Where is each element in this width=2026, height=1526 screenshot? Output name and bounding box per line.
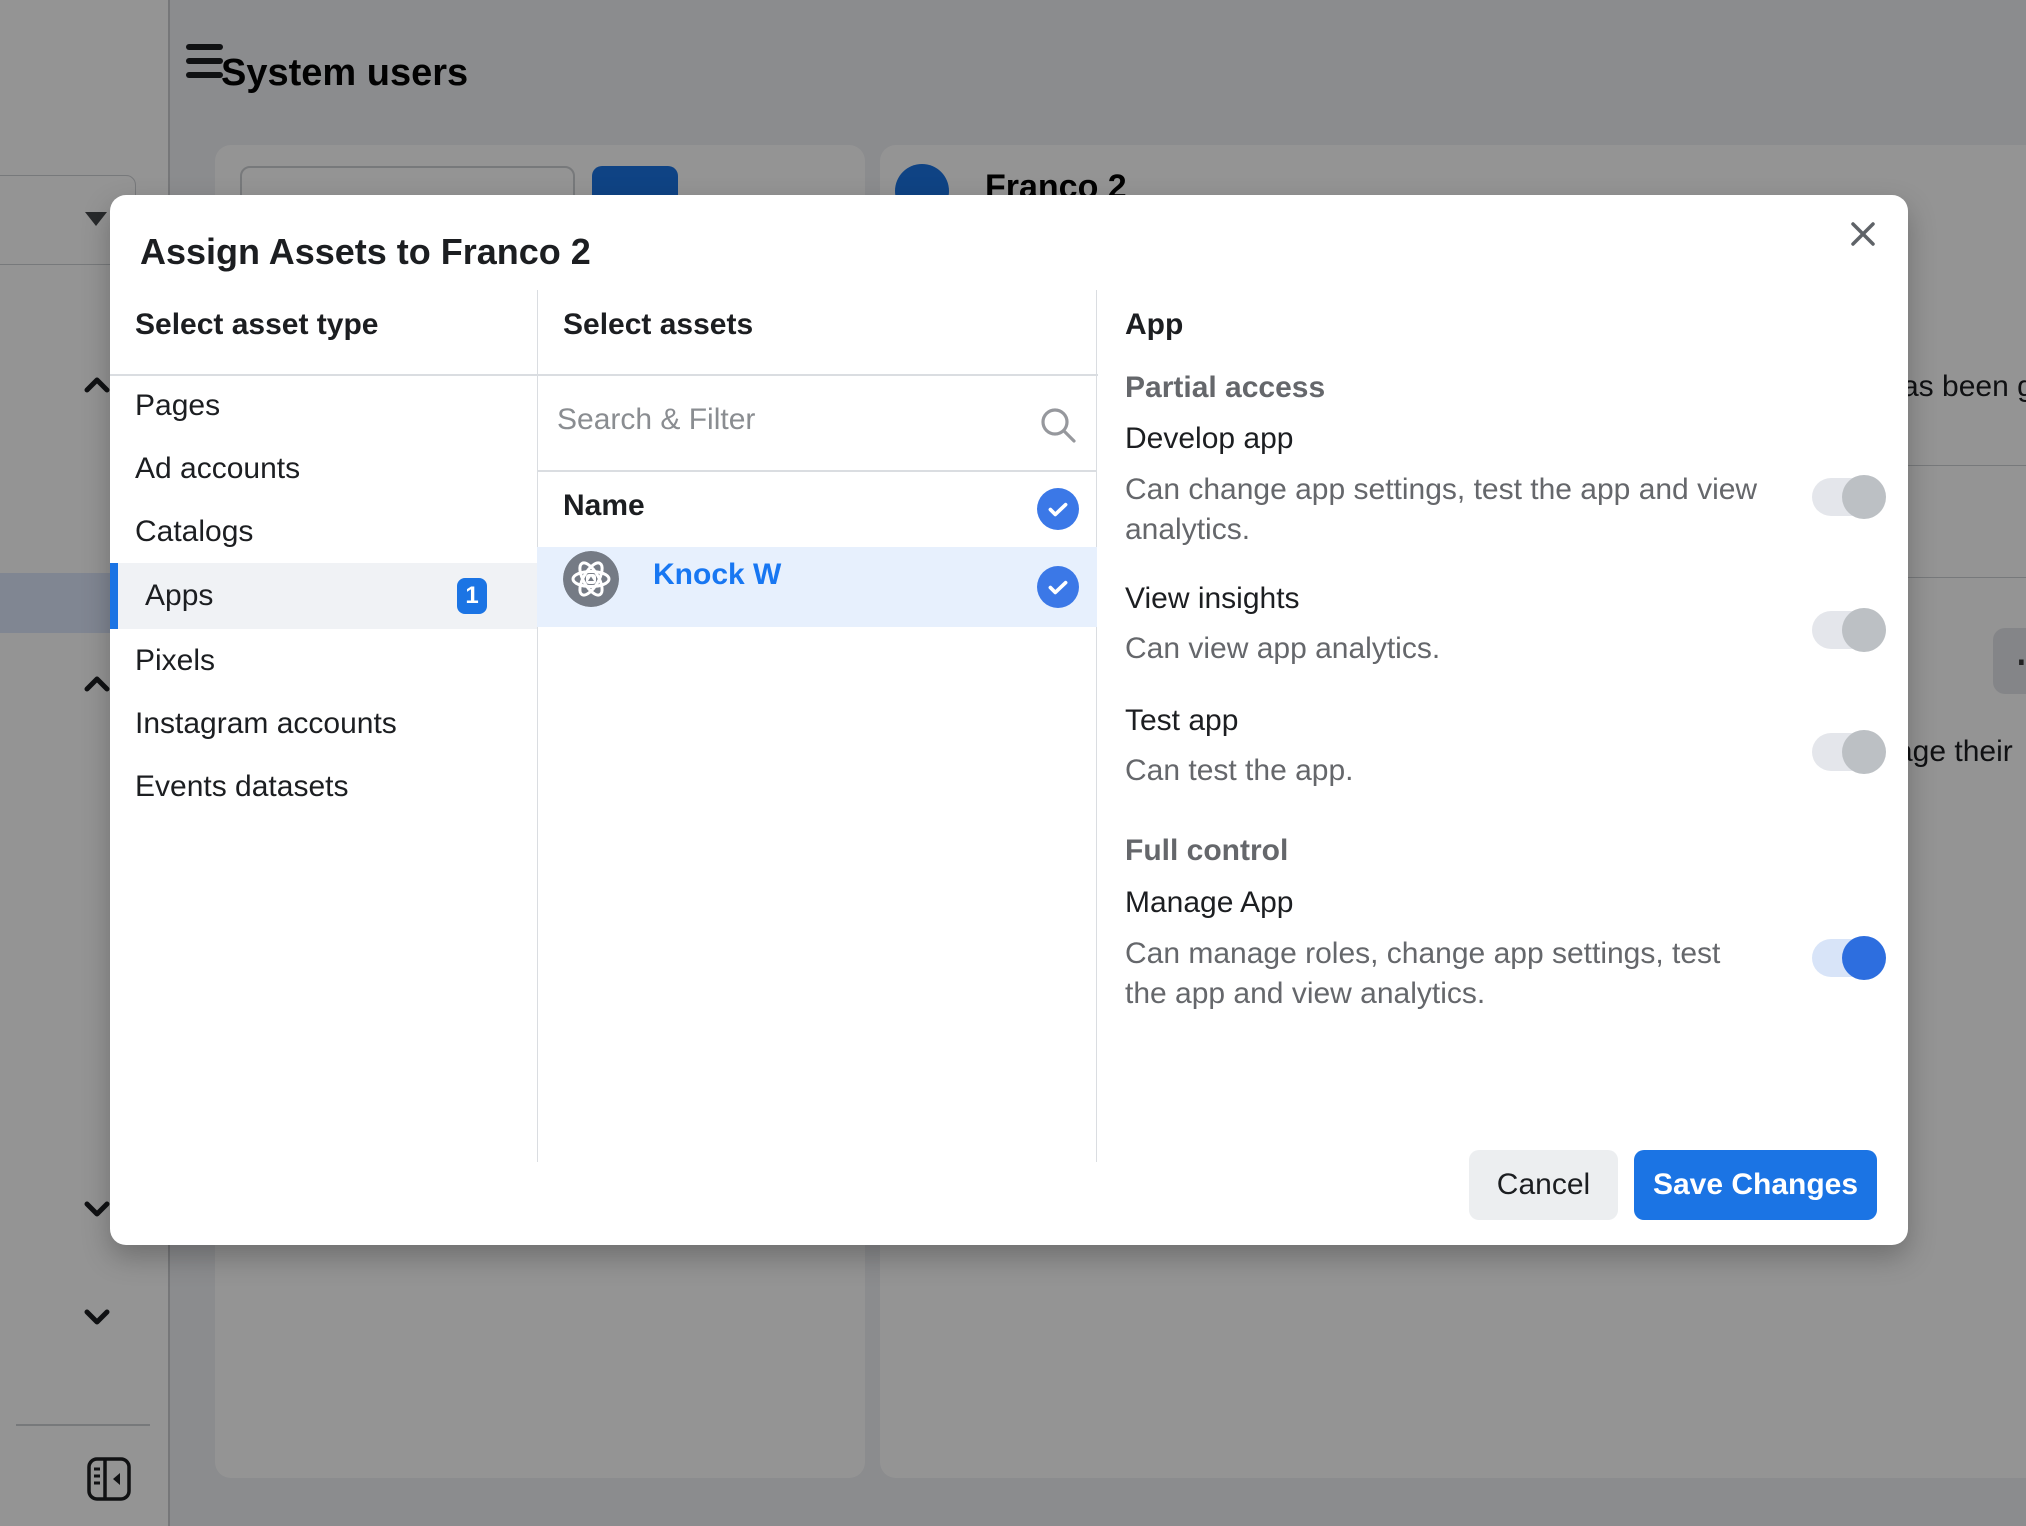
asset-type-label: Pages: [135, 389, 220, 423]
asset-row-knock-w[interactable]: Knock W: [537, 547, 1097, 627]
permissions-header: App: [1125, 308, 1183, 342]
selected-indicator-bar: [110, 563, 118, 629]
search-divider: [537, 470, 1097, 472]
search-filter-input[interactable]: [555, 387, 999, 453]
search-icon: [1038, 405, 1078, 445]
toggle-develop-app[interactable]: [1812, 478, 1884, 516]
assign-assets-dialog: Assign Assets to Franco 2 Select asset t…: [110, 195, 1908, 1245]
section-heading-full-control: Full control: [1125, 834, 1288, 868]
toggle-knob: [1842, 475, 1886, 519]
section-heading-partial-access: Partial access: [1125, 371, 1325, 405]
toggle-knob: [1842, 608, 1886, 652]
permission-description: Can test the app.: [1125, 751, 1765, 791]
asset-type-label: Pixels: [135, 644, 215, 678]
permission-description: Can change app settings, test the app an…: [1125, 470, 1765, 550]
toggle-knob: [1842, 730, 1886, 774]
toggle-view-insights[interactable]: [1812, 611, 1884, 649]
asset-type-label: Apps: [145, 579, 213, 613]
asset-type-header: Select asset type: [135, 308, 378, 342]
asset-type-events-datasets[interactable]: Events datasets: [118, 755, 537, 818]
close-button[interactable]: [1838, 209, 1888, 259]
asset-type-label: Instagram accounts: [135, 707, 397, 741]
asset-type-catalogs[interactable]: Catalogs: [118, 500, 537, 563]
permission-description: Can view app analytics.: [1125, 629, 1765, 669]
asset-type-apps[interactable]: Apps 1: [118, 563, 537, 629]
permission-label-view-insights: View insights: [1125, 582, 1300, 616]
dialog-title: Assign Assets to Franco 2: [140, 231, 591, 273]
asset-type-pages[interactable]: Pages: [118, 374, 537, 437]
permission-label-develop-app: Develop app: [1125, 422, 1293, 456]
permission-description: Can manage roles, change app settings, t…: [1125, 934, 1765, 1014]
column-divider: [537, 290, 538, 1162]
column-divider: [1096, 290, 1097, 1162]
asset-type-ad-accounts[interactable]: Ad accounts: [118, 437, 537, 500]
save-changes-button[interactable]: Save Changes: [1634, 1150, 1877, 1220]
cancel-button[interactable]: Cancel: [1469, 1150, 1618, 1220]
asset-type-label: Catalogs: [135, 515, 253, 549]
asset-type-pixels[interactable]: Pixels: [118, 629, 537, 692]
asset-type-label: Ad accounts: [135, 452, 300, 486]
permission-label-test-app: Test app: [1125, 704, 1238, 738]
asset-name: Knock W: [653, 558, 781, 592]
select-all-checkbox[interactable]: [1037, 488, 1079, 530]
toggle-test-app[interactable]: [1812, 733, 1884, 771]
check-icon: [1045, 496, 1071, 522]
toggle-manage-app[interactable]: [1812, 939, 1884, 977]
asset-type-label: Events datasets: [135, 770, 348, 804]
toggle-knob: [1842, 936, 1886, 980]
assets-header: Select assets: [563, 308, 753, 342]
asset-checkbox[interactable]: [1037, 566, 1079, 608]
name-column-header: Name: [563, 489, 645, 523]
screen: System users Franco 2 as been gr age the…: [0, 0, 2026, 1526]
check-icon: [1045, 574, 1071, 600]
permission-label-manage-app: Manage App: [1125, 886, 1293, 920]
count-badge: 1: [457, 578, 487, 614]
close-icon: [1847, 218, 1879, 250]
asset-type-instagram-accounts[interactable]: Instagram accounts: [118, 692, 537, 755]
app-atom-avatar-icon: [563, 551, 619, 607]
